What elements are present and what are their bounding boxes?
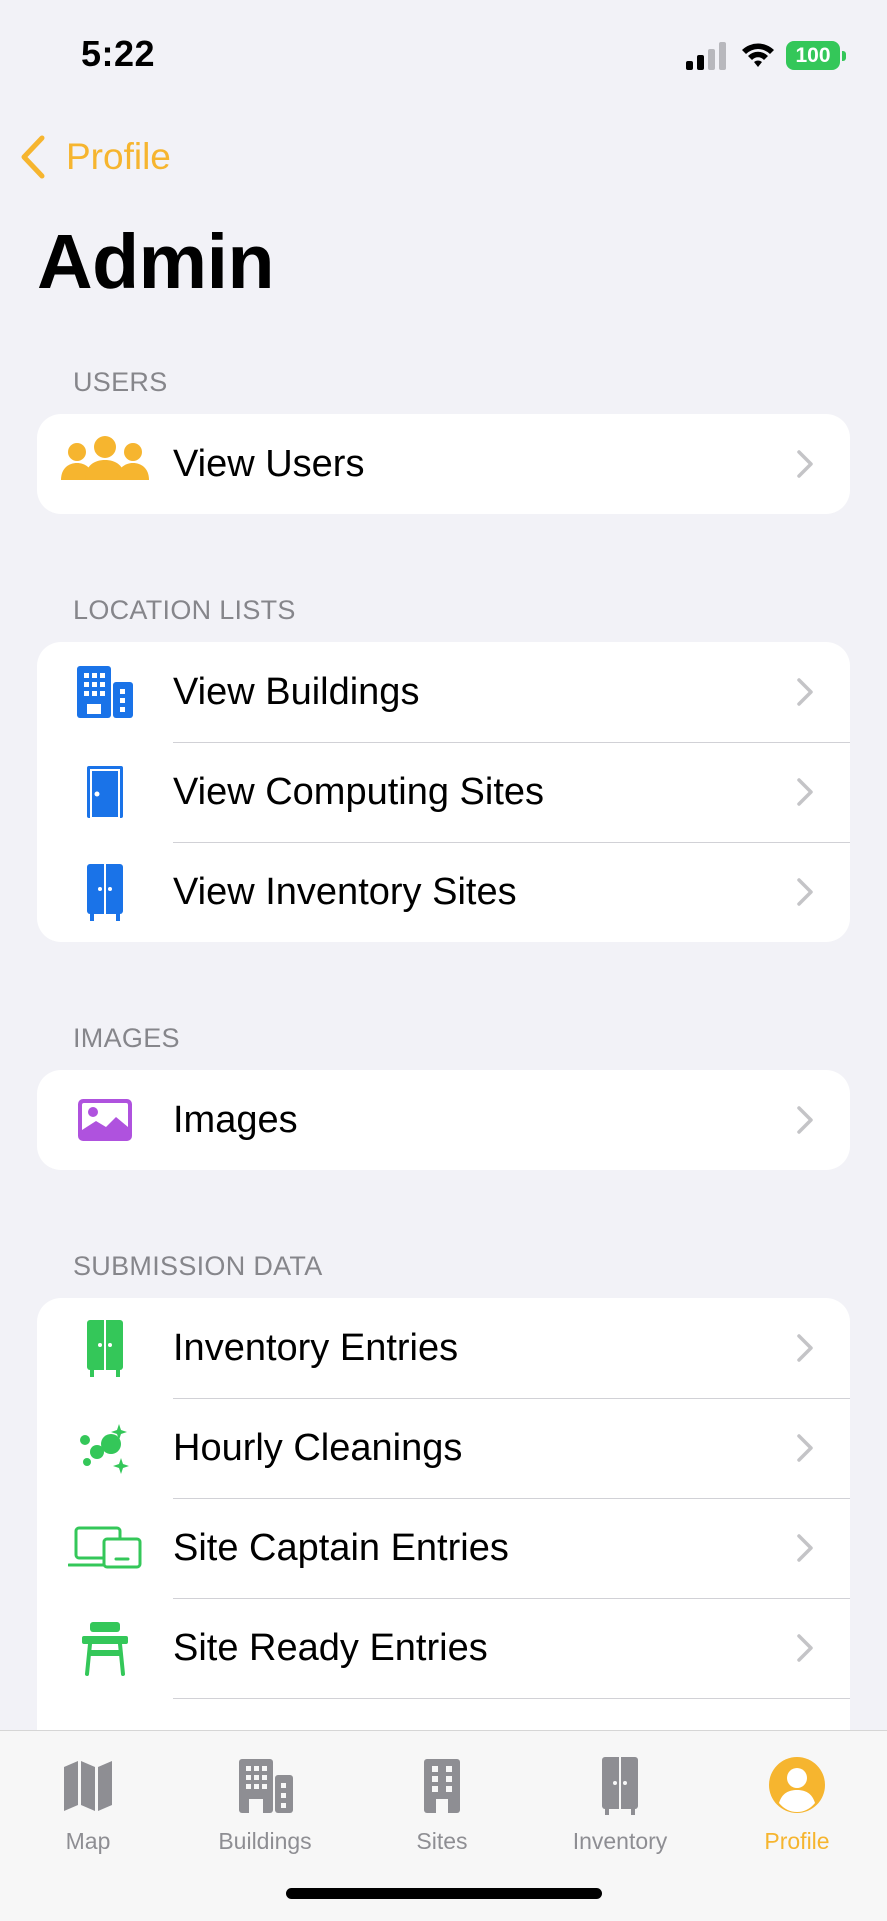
tab-map[interactable]: Map (13, 1745, 163, 1855)
chevron-right-icon (797, 778, 813, 806)
tab-profile[interactable]: Profile (722, 1745, 872, 1855)
tab-profile-label: Profile (764, 1828, 830, 1854)
users-icon (59, 429, 151, 499)
sparkles-icon (59, 1413, 151, 1483)
hourly-cleanings-label: Hourly Cleanings (173, 1426, 463, 1469)
photo-icon (59, 1085, 151, 1155)
page-title: Admin (37, 219, 275, 305)
site-captain-entries-label: Site Captain Entries (173, 1526, 509, 1569)
view-users-row[interactable]: View Users (37, 414, 850, 514)
inventory-entries-row[interactable]: Inventory Entries (37, 1298, 850, 1398)
chevron-right-icon (797, 1534, 813, 1562)
partial-next-row[interactable] (37, 1698, 850, 1730)
tab-sites[interactable]: Sites (367, 1745, 517, 1855)
tab-buildings[interactable]: Buildings (190, 1745, 340, 1855)
view-computing-sites-row[interactable]: View Computing Sites (37, 742, 850, 842)
section-header-images: IMAGES (73, 1023, 180, 1053)
building-icon (59, 657, 151, 727)
users-card: View Users (37, 414, 850, 514)
hourly-cleanings-row[interactable]: Hourly Cleanings (37, 1398, 850, 1498)
cabinet-icon (59, 1313, 151, 1383)
images-row[interactable]: Images (37, 1070, 850, 1170)
building-icon (239, 1759, 293, 1813)
images-label: Images (173, 1098, 298, 1141)
view-buildings-row[interactable]: View Buildings (37, 642, 850, 742)
tab-buildings-label: Buildings (218, 1828, 312, 1854)
section-header-submission-data: SUBMISSION DATA (73, 1251, 323, 1281)
battery-icon: 100 (786, 41, 846, 70)
back-button[interactable]: Profile (18, 130, 171, 184)
images-card: Images (37, 1070, 850, 1170)
chevron-right-icon (797, 1334, 813, 1362)
status-bar: 5:22 100 (0, 0, 887, 110)
chevron-right-icon (797, 1634, 813, 1662)
section-header-users: USERS (73, 367, 168, 397)
map-icon (64, 1761, 112, 1811)
tab-sites-label: Sites (416, 1828, 468, 1854)
back-button-label: Profile (66, 136, 171, 177)
chevron-right-icon (797, 678, 813, 706)
view-users-label: View Users (173, 442, 365, 485)
cabinet-icon (602, 1757, 638, 1815)
chevron-right-icon (797, 878, 813, 906)
sites-icon (424, 1759, 460, 1813)
chevron-left-icon (21, 135, 45, 179)
tab-inventory[interactable]: Inventory (545, 1745, 695, 1855)
cabinet-icon (59, 857, 151, 927)
view-buildings-label: View Buildings (173, 670, 420, 713)
site-ready-entries-row[interactable]: Site Ready Entries (37, 1598, 850, 1698)
submission-data-card: Inventory Entries Hourly Cleanings Site … (37, 1298, 850, 1730)
chevron-right-icon (797, 1106, 813, 1134)
inventory-entries-label: Inventory Entries (173, 1326, 459, 1369)
chevron-right-icon (797, 450, 813, 478)
partial-red-icon (59, 1713, 151, 1730)
view-inventory-sites-label: View Inventory Sites (173, 870, 517, 913)
view-inventory-sites-row[interactable]: View Inventory Sites (37, 842, 850, 942)
section-header-location-lists: LOCATION LISTS (73, 595, 296, 625)
person-circle-icon (769, 1757, 825, 1813)
status-time: 5:22 (81, 33, 156, 74)
site-captain-entries-row[interactable]: Site Captain Entries (37, 1498, 850, 1598)
desk-icon (59, 1613, 151, 1683)
door-icon (59, 757, 151, 827)
chevron-right-icon (797, 1434, 813, 1462)
wifi-icon (742, 43, 774, 67)
location-lists-card: View Buildings View Computing Sites View… (37, 642, 850, 942)
devices-icon (59, 1513, 151, 1583)
tab-map-label: Map (65, 1828, 111, 1854)
battery-level: 100 (786, 41, 840, 70)
tab-inventory-label: Inventory (572, 1828, 668, 1854)
cellular-signal-icon (686, 42, 726, 70)
home-indicator[interactable] (286, 1888, 602, 1899)
view-computing-sites-label: View Computing Sites (173, 770, 545, 813)
site-ready-entries-label: Site Ready Entries (173, 1626, 488, 1669)
